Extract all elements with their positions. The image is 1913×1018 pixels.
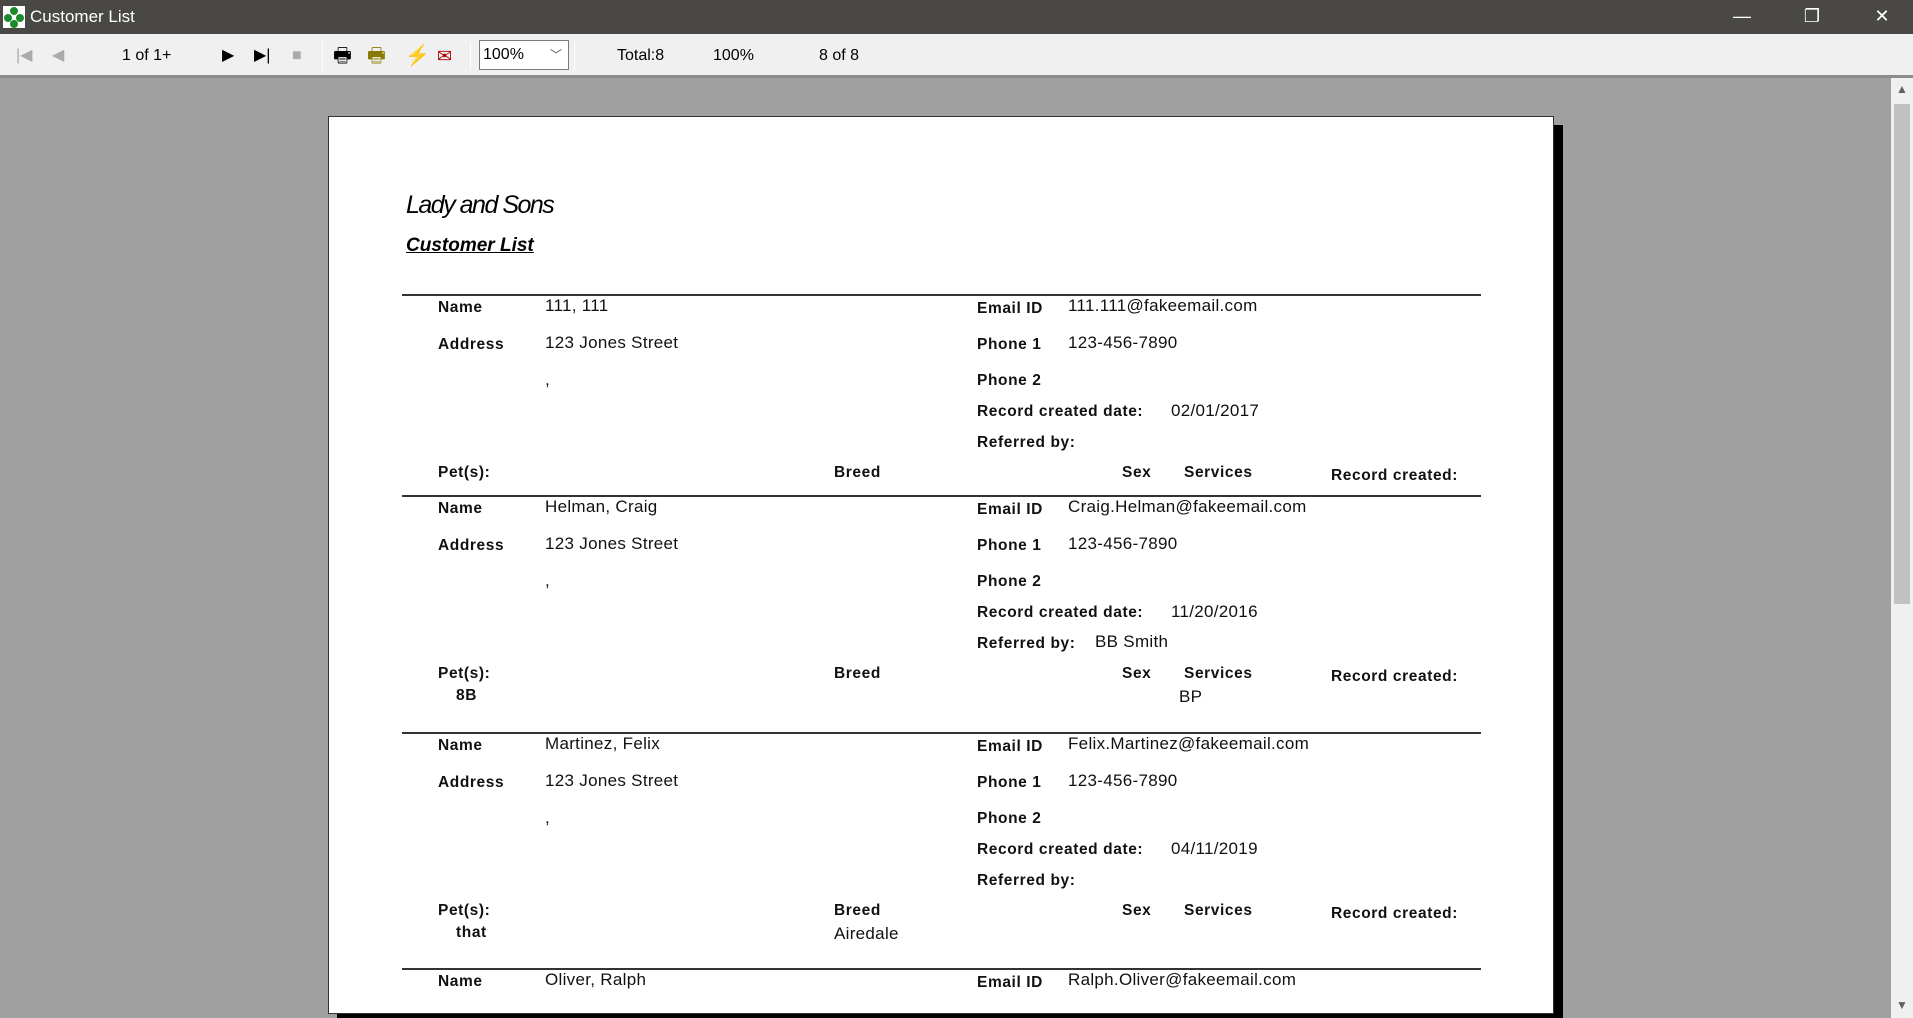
record-created-date: 04/11/2019 <box>1171 839 1258 858</box>
phone1-label: Phone 1 <box>977 537 1042 554</box>
customer-phone1: 123-456-7890 <box>1068 534 1178 553</box>
customer-address-line2: , <box>545 808 551 827</box>
pets-label: Pet(s): <box>438 902 491 919</box>
address-label: Address <box>438 774 505 791</box>
referred-by: BB Smith <box>1095 632 1169 651</box>
title-bar: Customer List — ❐ ✕ <box>0 0 1913 34</box>
record-created-date: 11/20/2016 <box>1171 602 1258 621</box>
name-label: Name <box>438 500 483 517</box>
phone2-label: Phone 2 <box>977 810 1042 827</box>
zoom-select[interactable]: 100% ﹀ <box>479 40 569 70</box>
report-title: Customer List <box>406 235 534 256</box>
sex-label: Sex <box>1122 665 1152 682</box>
phone1-label: Phone 1 <box>977 774 1042 791</box>
sex-label: Sex <box>1122 464 1152 481</box>
chevron-down-icon: ﹀ <box>549 48 562 62</box>
phone2-label: Phone 2 <box>977 372 1042 389</box>
export-mail-icon[interactable]: ✉ <box>437 44 452 68</box>
customer-phone1: 123-456-7890 <box>1068 333 1178 352</box>
record-created-date-label: Record created date: <box>977 841 1144 858</box>
record-created-date-label: Record created date: <box>977 403 1144 420</box>
customer-email: Craig.Helman@fakeemail.com <box>1068 497 1307 516</box>
breed-label: Breed <box>834 665 881 682</box>
pet-name: that <box>456 924 487 941</box>
company-name: Lady and Sons <box>406 191 555 219</box>
zoom-percent: 100% <box>713 47 754 64</box>
name-label: Name <box>438 299 483 316</box>
print-setup-icon[interactable]: 🖶 <box>367 44 386 68</box>
email-label: Email ID <box>977 501 1043 518</box>
breed-label: Breed <box>834 902 881 919</box>
customer-address: 123 Jones Street <box>545 771 679 790</box>
print-icon[interactable]: 🖶 <box>333 44 352 68</box>
phone1-label: Phone 1 <box>977 336 1042 353</box>
customer-phone1: 123-456-7890 <box>1068 771 1178 790</box>
customer-email: 111.111@fakeemail.com <box>1068 296 1258 315</box>
window-title: Customer List <box>30 7 135 26</box>
pets-label: Pet(s): <box>438 665 491 682</box>
scroll-up-icon[interactable]: ▲ <box>1891 82 1913 96</box>
restore-button[interactable]: ❐ <box>1782 0 1842 34</box>
sex-label: Sex <box>1122 902 1152 919</box>
services-label: Services <box>1184 464 1253 481</box>
page-indicator: 1 of 1+ <box>122 47 172 64</box>
referred-by-label: Referred by: <box>977 872 1076 889</box>
customer-address: 123 Jones Street <box>545 333 679 352</box>
record-created-date-label: Record created date: <box>977 604 1144 621</box>
customer-name: Helman, Craig <box>545 497 658 516</box>
app-icon <box>3 6 25 28</box>
lightning-icon[interactable]: ⚡ <box>405 44 430 68</box>
name-label: Name <box>438 737 483 754</box>
name-label: Name <box>438 973 483 990</box>
customer-name: Martinez, Felix <box>545 734 661 753</box>
report-viewport: Lady and Sons Customer List Name 111, 111… <box>0 78 1891 1018</box>
address-label: Address <box>438 336 505 353</box>
toolbar-divider <box>322 42 323 70</box>
close-button[interactable]: ✕ <box>1852 0 1912 34</box>
customer-email: Felix.Martinez@fakeemail.com <box>1068 734 1310 753</box>
referred-by-label: Referred by: <box>977 635 1076 652</box>
services-label: Services <box>1184 665 1253 682</box>
customer-email: Ralph.Oliver@fakeemail.com <box>1068 970 1297 989</box>
scroll-down-icon[interactable]: ▼ <box>1891 998 1913 1012</box>
report-page: Lady and Sons Customer List Name 111, 111… <box>328 116 1554 1014</box>
pet-services: BP <box>1179 687 1203 706</box>
zoom-value: 100% <box>483 46 524 63</box>
pet-name: 8B <box>456 687 478 704</box>
record-created-label: Record created: <box>1331 905 1459 922</box>
prev-page-icon[interactable]: ◀ <box>52 44 64 68</box>
minimize-button[interactable]: — <box>1712 0 1772 34</box>
customer-address: 123 Jones Street <box>545 534 679 553</box>
customer-address-line2: , <box>545 370 551 389</box>
toolbar-divider <box>470 42 471 70</box>
toolbar: |◀ ◀ 1 of 1+ ▶ ▶| ■ 🖶 🖶 ⚡ ✉ 100% ﹀ Total:… <box>0 34 1913 78</box>
customer-name: 111, 111 <box>545 296 609 315</box>
breed-label: Breed <box>834 464 881 481</box>
email-label: Email ID <box>977 974 1043 991</box>
customer-address-line2: , <box>545 571 551 590</box>
record-created-date: 02/01/2017 <box>1171 401 1260 420</box>
stop-icon[interactable]: ■ <box>292 44 302 68</box>
scroll-thumb[interactable] <box>1894 104 1910 604</box>
pets-label: Pet(s): <box>438 464 491 481</box>
referred-by-label: Referred by: <box>977 434 1076 451</box>
record-created-label: Record created: <box>1331 668 1459 685</box>
phone2-label: Phone 2 <box>977 573 1042 590</box>
record-count: 8 of 8 <box>819 47 860 64</box>
customer-name: Oliver, Ralph <box>545 970 647 989</box>
last-page-icon[interactable]: ▶| <box>254 44 270 68</box>
services-label: Services <box>1184 902 1253 919</box>
total-count: Total:8 <box>617 47 665 64</box>
pet-breed: Airedale <box>834 924 899 943</box>
vertical-scrollbar[interactable]: ▲ ▼ <box>1891 78 1913 1018</box>
email-label: Email ID <box>977 738 1043 755</box>
address-label: Address <box>438 537 505 554</box>
record-created-label: Record created: <box>1331 467 1459 484</box>
toolbar-divider <box>574 42 575 70</box>
first-page-icon[interactable]: |◀ <box>16 44 32 68</box>
next-page-icon[interactable]: ▶ <box>222 44 234 68</box>
email-label: Email ID <box>977 300 1043 317</box>
